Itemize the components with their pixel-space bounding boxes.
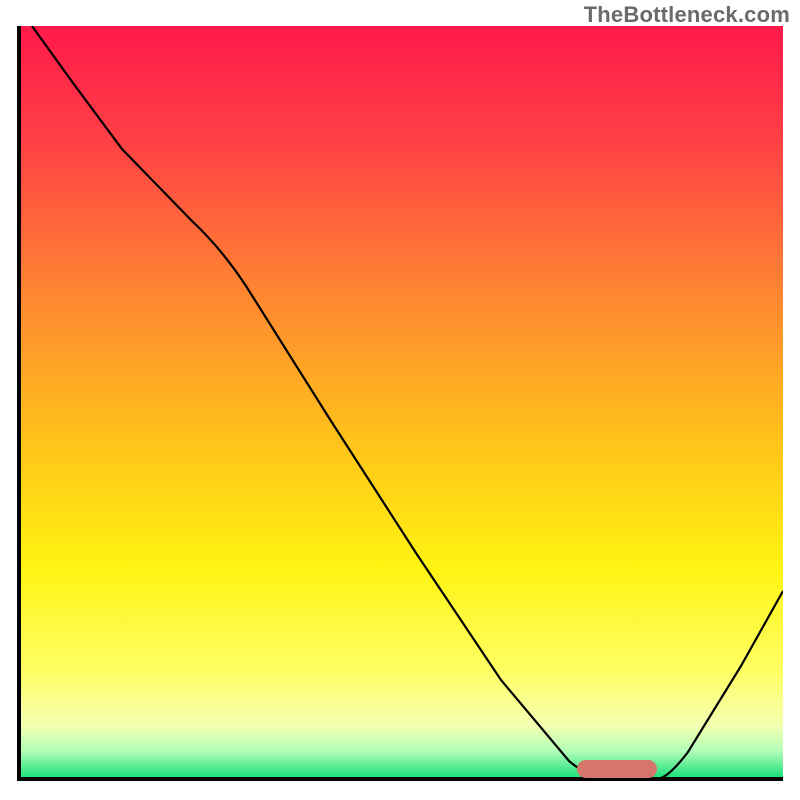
watermark-label: TheBottleneck.com <box>584 2 790 28</box>
chart-container: TheBottleneck.com <box>0 0 800 800</box>
optimal-range-marker <box>577 760 657 778</box>
axes-frame <box>17 26 783 781</box>
